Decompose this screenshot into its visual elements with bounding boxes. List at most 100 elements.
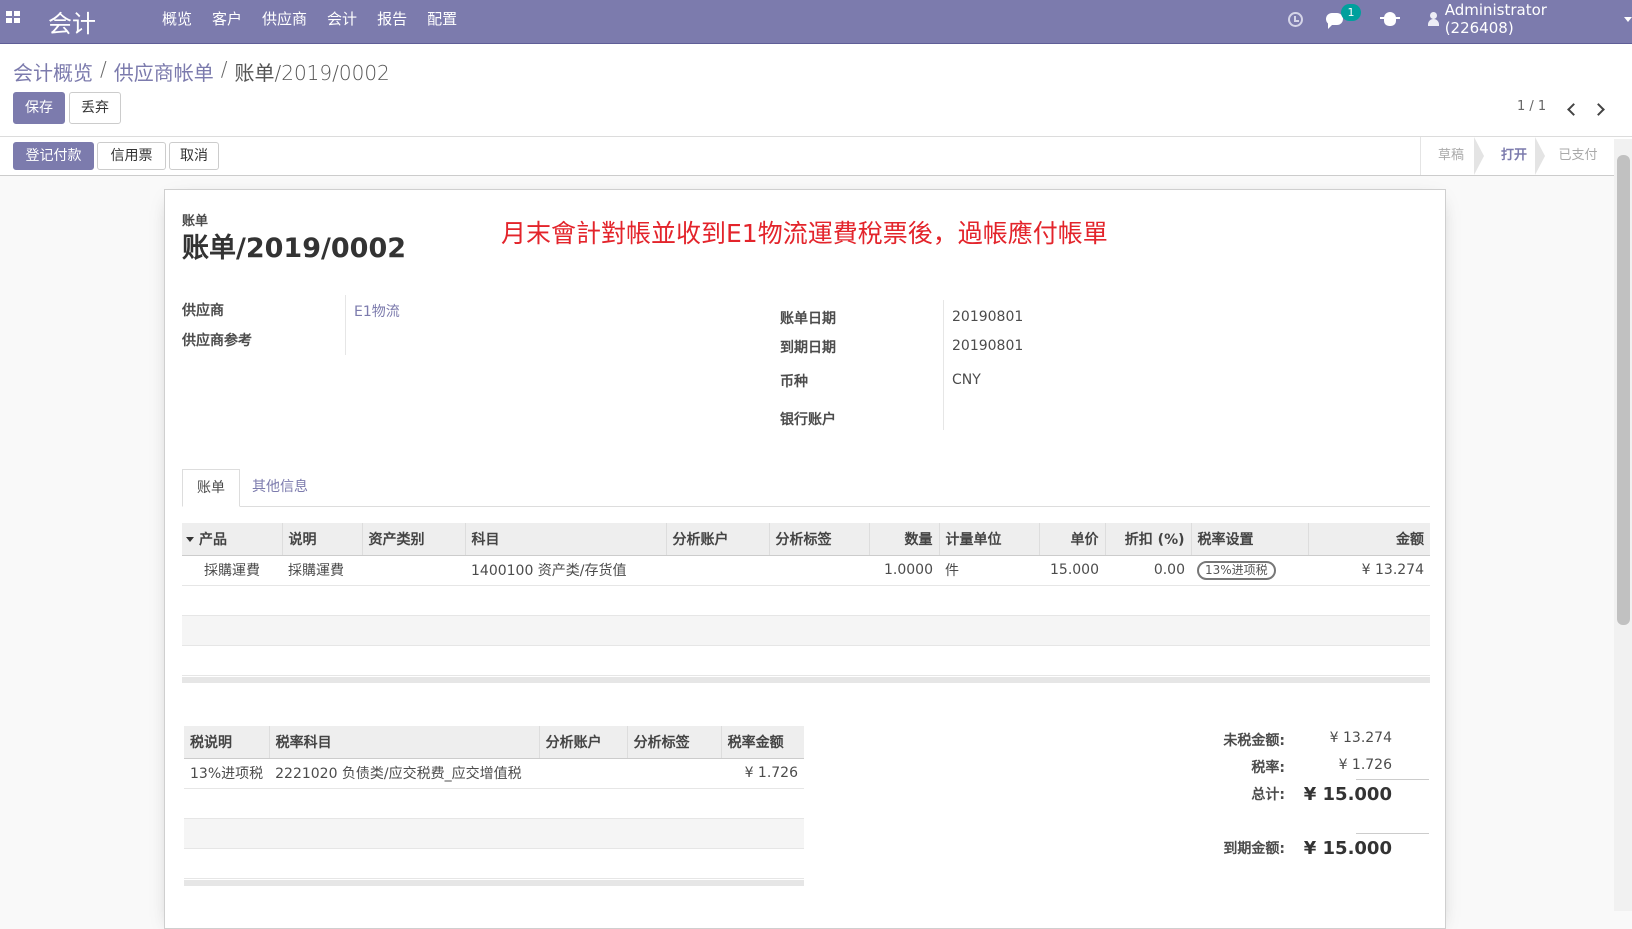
cell-account[interactable]: 1400100 资产类/存货值	[465, 555, 666, 586]
credit-note-button[interactable]: 信用票	[97, 142, 166, 170]
totals-divider	[1356, 779, 1429, 780]
table-row[interactable]: 採購運費 採購運費 1400100 资产类/存货值 1.0000 件 15.00…	[182, 555, 1430, 586]
control-panel: 会计概览 / 供应商帐单 / 账单/2019/0002 保存 丢弃 1 / 1	[0, 44, 1632, 137]
untaxed-amount-label: 未税金额:	[1223, 733, 1285, 749]
column-header-unit-price[interactable]: 单价	[1038, 523, 1105, 556]
cell-tax-account[interactable]: 2221020 负债类/应交税费_应交增值税	[269, 758, 540, 789]
column-header-analytic-account[interactable]: 分析账户	[538, 726, 628, 759]
annotation-note: 月末會計對帳並收到E1物流運費稅票後，過帳應付帳單	[501, 219, 1108, 248]
app-title: 会计	[48, 10, 96, 38]
column-header-taxes[interactable]: 税率设置	[1190, 523, 1308, 556]
column-header-amount[interactable]: 金额	[1307, 523, 1430, 556]
column-header-discount[interactable]: 折扣 (%)	[1104, 523, 1191, 556]
breadcrumb-vendor-bills[interactable]: 供应商帐单	[114, 57, 214, 86]
table-footer	[184, 880, 804, 886]
menu-item-overview[interactable]: 概览	[152, 0, 202, 44]
discard-button[interactable]: 丢弃	[69, 92, 121, 124]
vendor-field[interactable]: E1物流	[354, 301, 400, 321]
column-header-uom[interactable]: 计量单位	[938, 523, 1039, 556]
cell-product[interactable]: 採購運費	[182, 555, 282, 586]
main-menu: 概览 客户 供应商 会计 报告 配置	[152, 0, 467, 44]
chevron-down-icon	[1624, 16, 1632, 22]
bill-date-field[interactable]: 20190801	[952, 309, 1023, 325]
activity-clock-icon[interactable]	[1288, 0, 1306, 38]
cell-analytic-account[interactable]	[666, 555, 769, 586]
apps-grid-icon[interactable]	[6, 11, 22, 25]
table-header-row: 税说明 税率科目 分析账户 分析标签 税率金额	[184, 726, 804, 759]
cell-description[interactable]: 採購運費	[282, 555, 362, 586]
cancel-button[interactable]: 取消	[169, 142, 219, 170]
column-header-product[interactable]: 产品	[182, 523, 282, 556]
amount-due-label: 到期金额:	[1223, 841, 1285, 857]
cell-discount[interactable]: 0.00	[1105, 555, 1191, 586]
column-header-analytic-account[interactable]: 分析账户	[665, 523, 769, 556]
column-header-analytic-tags[interactable]: 分析标签	[768, 523, 869, 556]
currency-field[interactable]: CNY	[952, 372, 981, 388]
chevron-right-icon[interactable]	[1592, 103, 1605, 116]
cell-asset-category[interactable]	[362, 555, 465, 586]
chevron-left-icon[interactable]	[1567, 103, 1580, 116]
pager-value[interactable]: 1 / 1	[1517, 99, 1546, 114]
breadcrumb-separator: /	[220, 57, 228, 81]
cell-analytic-account[interactable]	[539, 758, 628, 789]
table-header-row: 产品 说明 资产类别 科目 分析账户 分析标签 数量 计量单位 单价 折扣 (%…	[182, 523, 1430, 556]
cell-unit-price[interactable]: 15.000	[1039, 555, 1105, 586]
cell-analytic-tags[interactable]	[627, 758, 722, 789]
cell-tax-description[interactable]: 13%进项税	[184, 758, 270, 789]
cell-taxes[interactable]: 13%进项税	[1191, 555, 1308, 586]
user-menu[interactable]: Administrator (226408)	[1428, 0, 1632, 38]
menu-item-reports[interactable]: 报告	[367, 0, 417, 44]
tab-other-info[interactable]: 其他信息	[238, 469, 322, 507]
menu-item-customers[interactable]: 客户	[202, 0, 252, 44]
status-paid[interactable]: 已支付	[1545, 137, 1611, 175]
debug-bug-icon[interactable]	[1380, 0, 1400, 38]
messages-count-badge: 1	[1341, 4, 1361, 21]
menu-item-accounting[interactable]: 会计	[317, 0, 367, 44]
column-header-tax-amount[interactable]: 税率金额	[720, 726, 804, 759]
tax-amount-label: 税率:	[1251, 760, 1285, 776]
top-navbar: 会计 概览 客户 供应商 会计 报告 配置 1 Administrator (2…	[0, 0, 1632, 44]
column-header-quantity[interactable]: 数量	[868, 523, 939, 556]
status-draft[interactable]: 草稿	[1421, 137, 1481, 175]
breadcrumb-accounting-overview[interactable]: 会计概览	[13, 57, 93, 86]
tax-lines-table: 税说明 税率科目 分析账户 分析标签 税率金额 13%进项税 2221020 负…	[184, 726, 804, 879]
empty-row	[182, 645, 1430, 676]
status-arrow	[1535, 137, 1545, 175]
breadcrumb: 会计概览 / 供应商帐单 / 账单/2019/0002	[13, 57, 390, 86]
table-footer	[182, 677, 1430, 683]
register-payment-button[interactable]: 登记付款	[13, 142, 94, 170]
form-sheet: 账单 账单/2019/0002 月末會計對帳並收到E1物流運費稅票後，過帳應付帳…	[164, 189, 1446, 929]
tax-amount-value: ¥ 1.726	[1338, 757, 1392, 773]
notebook-tabs: 账单 其他信息	[182, 469, 1430, 507]
cell-quantity[interactable]: 1.0000	[869, 555, 939, 586]
currency-label: 币种	[780, 374, 808, 390]
column-header-asset-category[interactable]: 资产类别	[361, 523, 465, 556]
empty-row	[184, 788, 804, 819]
total-value: ¥ 15.000	[1303, 784, 1392, 805]
column-header-account[interactable]: 科目	[464, 523, 666, 556]
user-name: Administrator (226408)	[1444, 1, 1547, 37]
cell-analytic-tags[interactable]	[769, 555, 869, 586]
field-divider	[345, 295, 346, 355]
column-header-tax-account[interactable]: 税率科目	[268, 726, 540, 759]
menu-item-configuration[interactable]: 配置	[417, 0, 467, 44]
menu-item-vendors[interactable]: 供应商	[252, 0, 317, 44]
breadcrumb-current: 账单/2019/0002	[234, 61, 390, 85]
document-number-title: 账单/2019/0002	[182, 233, 407, 264]
column-header-description[interactable]: 说明	[281, 523, 362, 556]
empty-row	[182, 585, 1430, 616]
messages-icon[interactable]	[1326, 0, 1343, 38]
scrollbar-thumb[interactable]	[1617, 155, 1630, 625]
save-button[interactable]: 保存	[13, 92, 65, 124]
cell-tax-amount[interactable]: ¥ 1.726	[721, 758, 804, 789]
table-row[interactable]: 13%进项税 2221020 负债类/应交税费_应交增值税 ¥ 1.726	[184, 758, 804, 789]
tab-bill[interactable]: 账单	[182, 469, 240, 507]
user-avatar-icon	[1428, 12, 1439, 26]
column-header-tax-description[interactable]: 税说明	[184, 726, 270, 759]
status-bar: 登记付款 信用票 取消 草稿 打开 已支付	[0, 137, 1632, 176]
tax-tag: 13%进项税	[1197, 560, 1276, 580]
due-date-field[interactable]: 20190801	[952, 338, 1023, 354]
caret-down-icon	[186, 537, 194, 543]
column-header-analytic-tags[interactable]: 分析标签	[626, 726, 722, 759]
cell-uom[interactable]: 件	[939, 555, 1039, 586]
